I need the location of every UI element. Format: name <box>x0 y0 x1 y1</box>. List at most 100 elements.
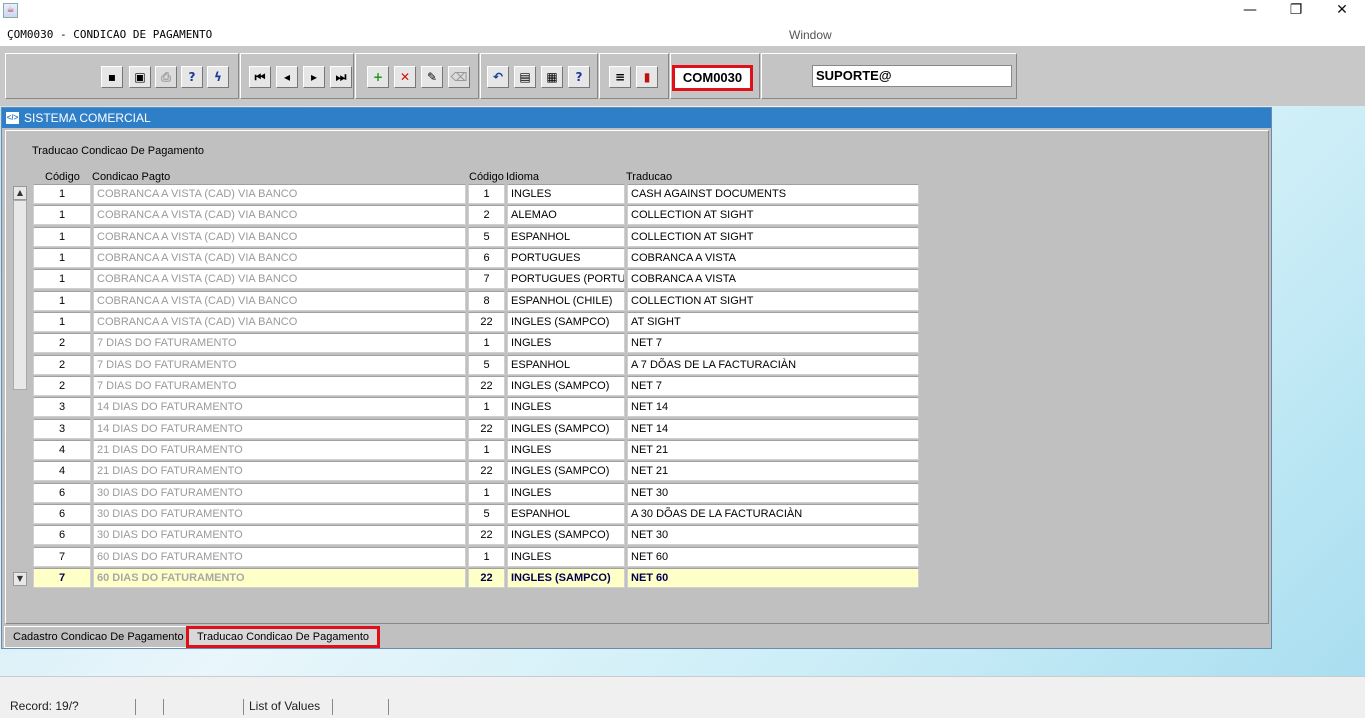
cell-codigo[interactable]: 1 <box>33 269 91 290</box>
cell-idioma[interactable]: INGLES (SAMPCO) <box>507 375 625 396</box>
cell-codigo[interactable]: 6 <box>33 525 91 546</box>
cell-traducao[interactable]: COLLECTION AT SIGHT <box>627 290 919 311</box>
scroll-up-icon[interactable]: ▲ <box>13 186 27 200</box>
cell-codigo[interactable]: 1 <box>33 247 91 268</box>
cell-idioma[interactable]: INGLES (SAMPCO) <box>507 525 625 546</box>
cell-codigo-idioma[interactable]: 22 <box>468 375 505 396</box>
cell-codigo[interactable]: 7 <box>33 546 91 567</box>
cell-idioma[interactable]: INGLES (SAMPCO) <box>507 567 625 588</box>
save-icon[interactable]: ▪ <box>101 66 123 88</box>
edit-icon[interactable]: ✎ <box>421 66 443 88</box>
cell-condicao[interactable]: COBRANCA A VISTA (CAD) VIA BANCO <box>93 269 466 290</box>
cell-traducao[interactable]: NET 14 <box>627 418 919 439</box>
cell-idioma[interactable]: INGLES (SAMPCO) <box>507 418 625 439</box>
cell-traducao[interactable]: NET 60 <box>627 546 919 567</box>
help-icon[interactable]: ? <box>568 66 590 88</box>
cell-traducao[interactable]: NET 7 <box>627 333 919 354</box>
cell-idioma[interactable]: INGLES (SAMPCO) <box>507 461 625 482</box>
cell-codigo-idioma[interactable]: 1 <box>468 397 505 418</box>
cell-traducao[interactable]: COLLECTION AT SIGHT <box>627 205 919 226</box>
tab-traducao[interactable]: Traducao Condicao De Pagamento <box>186 626 381 648</box>
cell-codigo[interactable]: 6 <box>33 482 91 503</box>
cell-idioma[interactable]: ESPANHOL <box>507 226 625 247</box>
cell-idioma[interactable]: ALEMAO <box>507 205 625 226</box>
cell-condicao[interactable]: 21 DIAS DO FATURAMENTO <box>93 461 466 482</box>
cell-traducao[interactable]: COLLECTION AT SIGHT <box>627 226 919 247</box>
cell-idioma[interactable]: ESPANHOL (CHILE) <box>507 290 625 311</box>
cell-codigo-idioma[interactable]: 1 <box>468 482 505 503</box>
cell-codigo[interactable]: 2 <box>33 375 91 396</box>
cell-condicao[interactable]: 21 DIAS DO FATURAMENTO <box>93 439 466 460</box>
cell-idioma[interactable]: INGLES (SAMPCO) <box>507 311 625 332</box>
vertical-scrollbar[interactable]: ▲ ▼ <box>13 186 27 586</box>
cell-traducao[interactable]: COBRANCA A VISTA <box>627 247 919 268</box>
list-of-values-icon[interactable]: ▤ <box>514 66 536 88</box>
cell-traducao[interactable]: NET 7 <box>627 375 919 396</box>
cell-codigo[interactable]: 1 <box>33 205 91 226</box>
cell-traducao[interactable]: NET 21 <box>627 439 919 460</box>
cell-codigo[interactable]: 4 <box>33 439 91 460</box>
insert-record-icon[interactable]: + <box>367 66 389 88</box>
print-screen-icon[interactable]: ▣ <box>129 66 151 88</box>
cell-condicao[interactable]: 30 DIAS DO FATURAMENTO <box>93 503 466 524</box>
cell-traducao[interactable]: A 7 DÕAS DE LA FACTURACIÀN <box>627 354 919 375</box>
next-record-icon[interactable]: ▸ <box>303 66 325 88</box>
cell-idioma[interactable]: ESPANHOL <box>507 354 625 375</box>
cell-codigo-idioma[interactable]: 22 <box>468 311 505 332</box>
cell-condicao[interactable]: COBRANCA A VISTA (CAD) VIA BANCO <box>93 184 466 204</box>
maximize-button[interactable]: ❐ <box>1273 0 1319 22</box>
cell-idioma[interactable]: ESPANHOL <box>507 503 625 524</box>
cell-codigo-idioma[interactable]: 5 <box>468 354 505 375</box>
cell-condicao[interactable]: 7 DIAS DO FATURAMENTO <box>93 354 466 375</box>
cell-condicao[interactable]: COBRANCA A VISTA (CAD) VIA BANCO <box>93 311 466 332</box>
first-record-icon[interactable]: ⏮ <box>249 66 271 88</box>
cell-codigo-idioma[interactable]: 1 <box>468 184 505 204</box>
cell-codigo-idioma[interactable]: 1 <box>468 333 505 354</box>
clear-icon[interactable]: ⌫ <box>448 66 470 88</box>
scroll-down-icon[interactable]: ▼ <box>13 572 27 586</box>
cell-idioma[interactable]: PORTUGUES (PORTUGAL) <box>507 269 625 290</box>
cell-codigo[interactable]: 2 <box>33 333 91 354</box>
cell-codigo[interactable]: 3 <box>33 397 91 418</box>
cell-traducao[interactable]: A 30 DÕAS DE LA FACTURACIÀN <box>627 503 919 524</box>
undo-icon[interactable]: ↶ <box>487 66 509 88</box>
cell-codigo[interactable]: 1 <box>33 311 91 332</box>
window-menu[interactable]: Window <box>789 28 832 42</box>
cell-condicao[interactable]: 14 DIAS DO FATURAMENTO <box>93 418 466 439</box>
cell-condicao[interactable]: COBRANCA A VISTA (CAD) VIA BANCO <box>93 290 466 311</box>
cell-codigo[interactable]: 1 <box>33 184 91 204</box>
exit-icon[interactable]: ▮ <box>636 66 658 88</box>
cell-codigo[interactable]: 4 <box>33 461 91 482</box>
cell-codigo-idioma[interactable]: 1 <box>468 439 505 460</box>
cell-condicao[interactable]: COBRANCA A VISTA (CAD) VIA BANCO <box>93 205 466 226</box>
delete-record-icon[interactable]: ✕ <box>394 66 416 88</box>
cell-idioma[interactable]: INGLES <box>507 546 625 567</box>
cell-idioma[interactable]: PORTUGUES <box>507 247 625 268</box>
cell-idioma[interactable]: INGLES <box>507 482 625 503</box>
cell-codigo-idioma[interactable]: 2 <box>468 205 505 226</box>
cell-codigo[interactable]: 7 <box>33 567 91 588</box>
cell-traducao[interactable]: NET 60 <box>627 567 919 588</box>
previous-record-icon[interactable]: ◂ <box>276 66 298 88</box>
cell-codigo-idioma[interactable]: 5 <box>468 503 505 524</box>
cell-codigo[interactable]: 6 <box>33 503 91 524</box>
cell-condicao[interactable]: COBRANCA A VISTA (CAD) VIA BANCO <box>93 226 466 247</box>
cell-condicao[interactable]: 60 DIAS DO FATURAMENTO <box>93 546 466 567</box>
cell-codigo-idioma[interactable]: 8 <box>468 290 505 311</box>
cell-codigo[interactable]: 1 <box>33 290 91 311</box>
cell-codigo-idioma[interactable]: 22 <box>468 525 505 546</box>
scroll-thumb[interactable] <box>13 200 27 390</box>
cell-traducao[interactable]: NET 14 <box>627 397 919 418</box>
close-button[interactable]: ✕ <box>1319 0 1365 22</box>
cell-codigo-idioma[interactable]: 6 <box>468 247 505 268</box>
cell-idioma[interactable]: INGLES <box>507 184 625 204</box>
cell-idioma[interactable]: INGLES <box>507 333 625 354</box>
cell-idioma[interactable]: INGLES <box>507 397 625 418</box>
cell-codigo-idioma[interactable]: 7 <box>468 269 505 290</box>
cell-traducao[interactable]: AT SIGHT <box>627 311 919 332</box>
query-icon[interactable]: ? <box>181 66 203 88</box>
minimize-button[interactable]: — <box>1227 0 1273 22</box>
cell-traducao[interactable]: NET 21 <box>627 461 919 482</box>
cell-codigo-idioma[interactable]: 22 <box>468 567 505 588</box>
cell-condicao[interactable]: 7 DIAS DO FATURAMENTO <box>93 375 466 396</box>
